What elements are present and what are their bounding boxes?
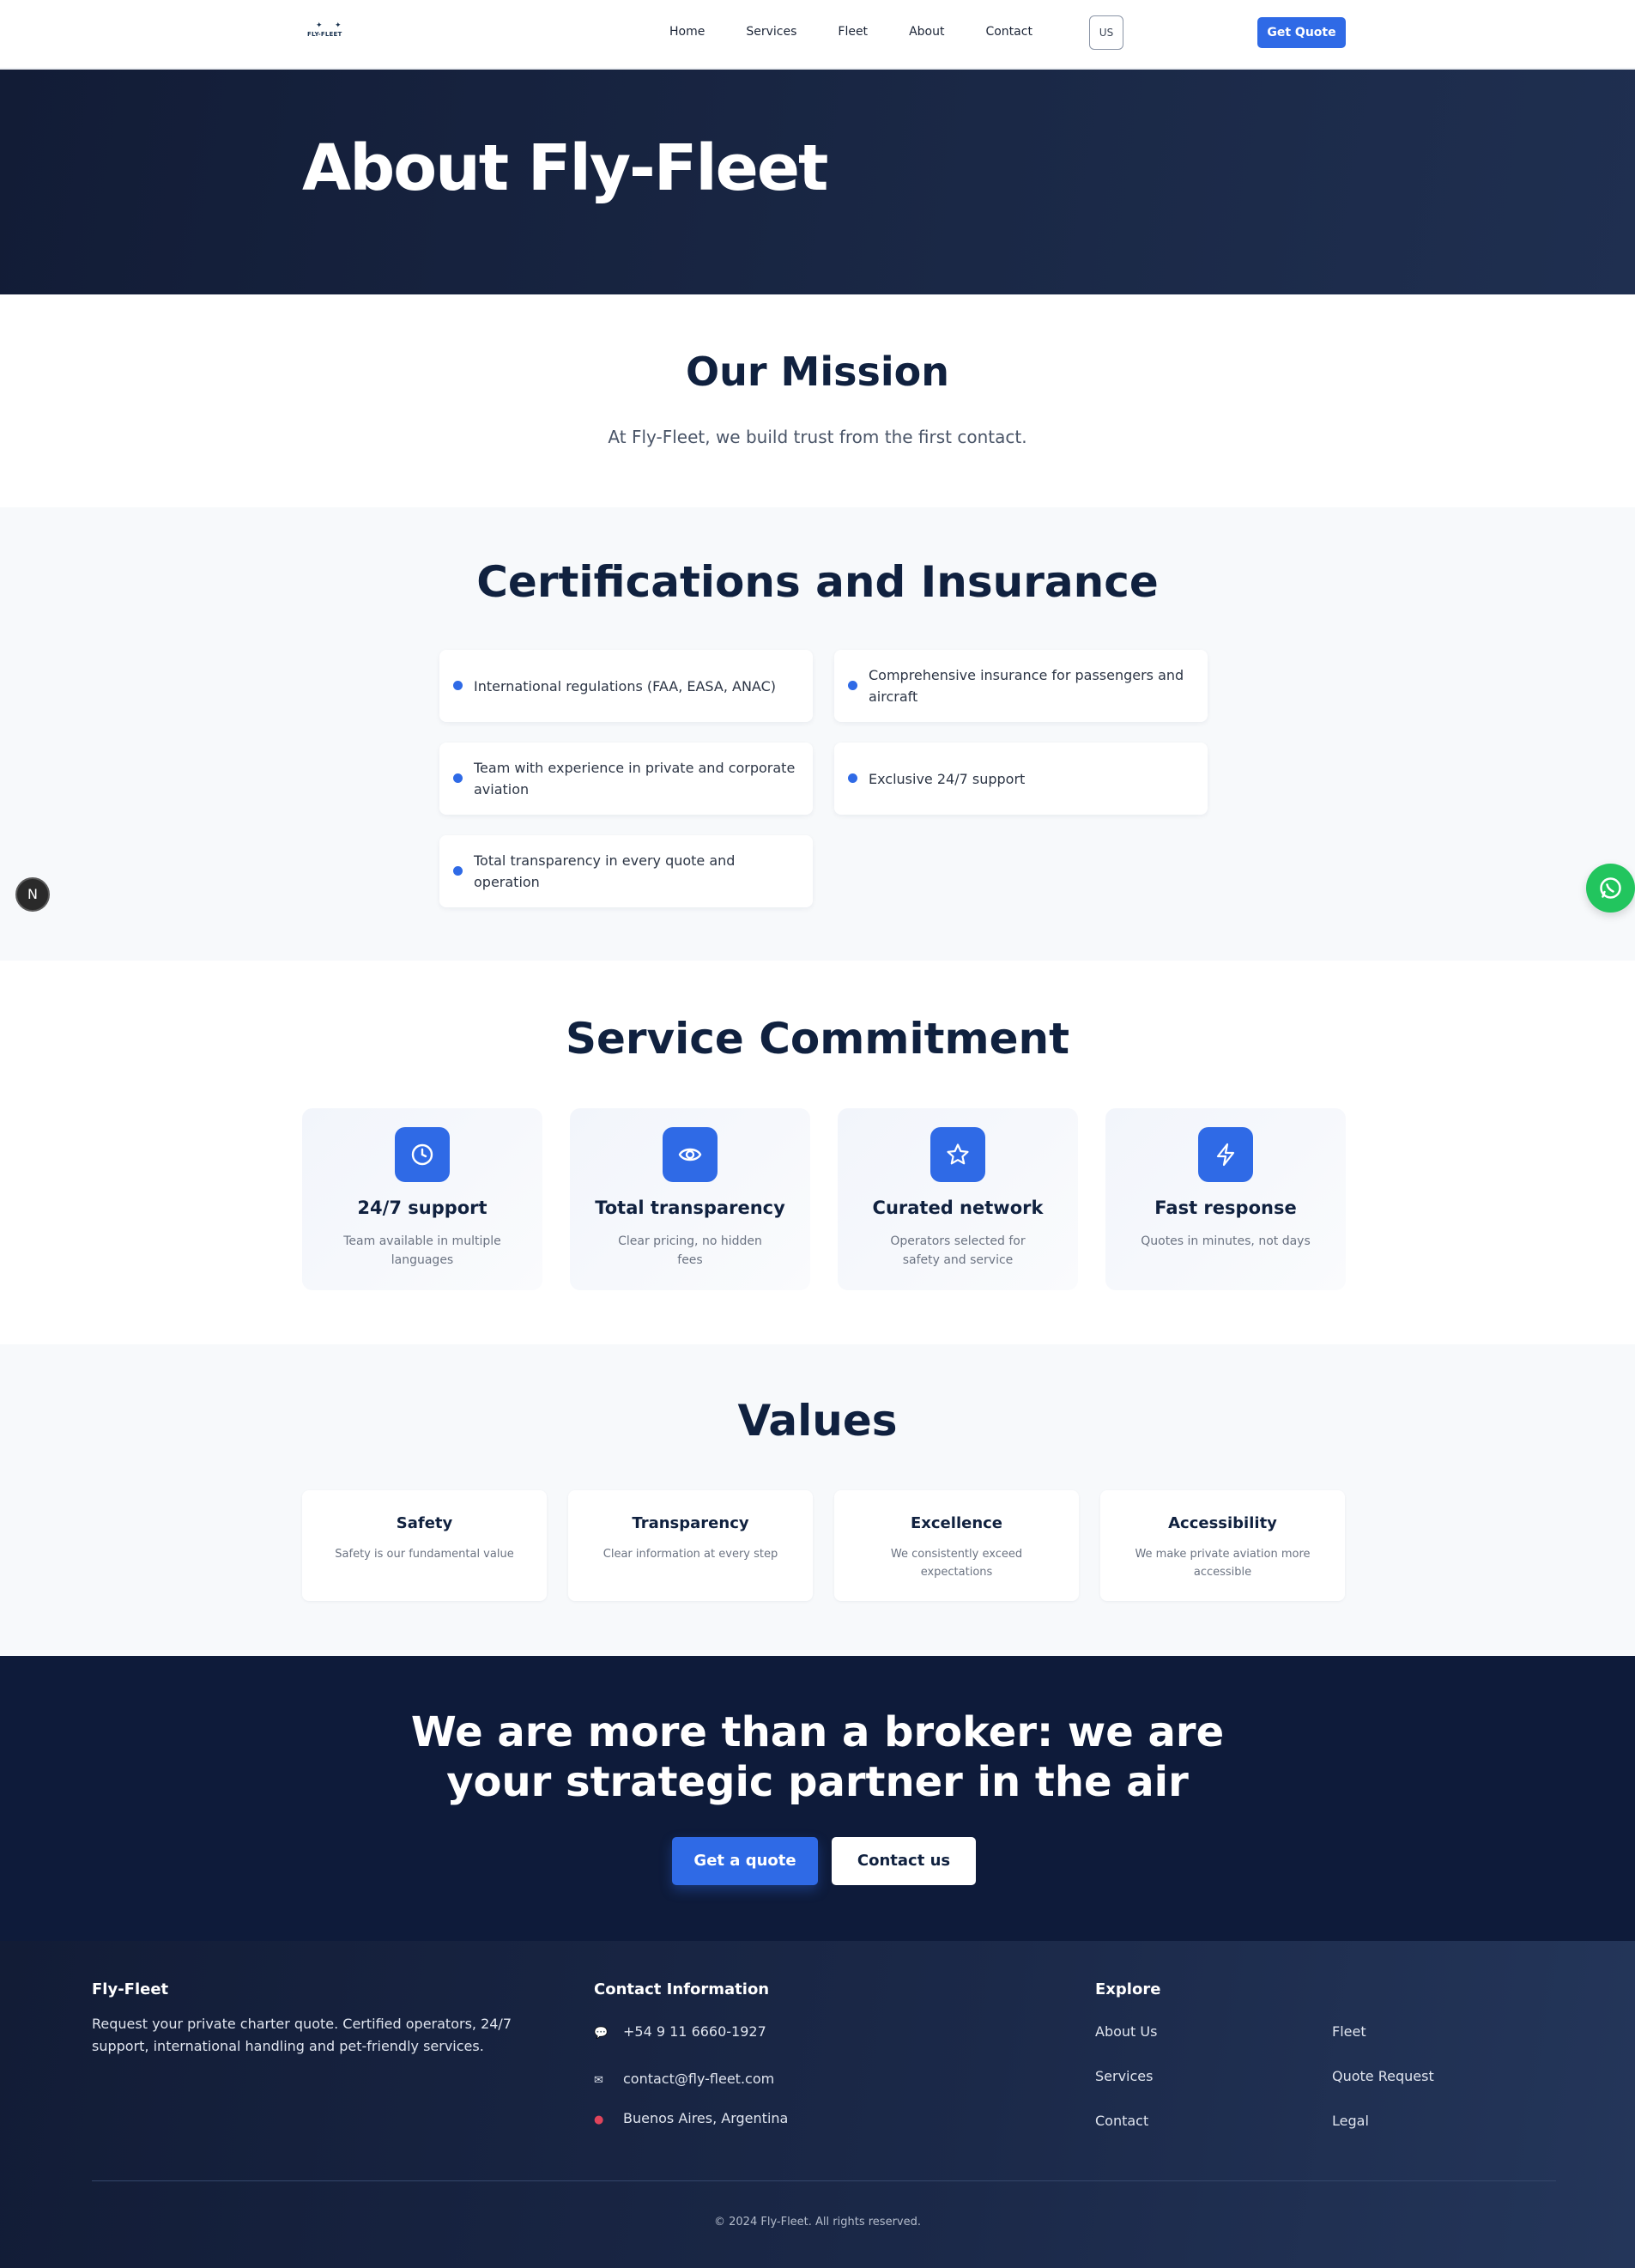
value-card-text: Safety is our fundamental value [335,1548,514,1561]
value-card: Transparency Clear information at every … [568,1490,813,1601]
value-card-text: We consistently exceed expectations [890,1548,1023,1579]
hero-banner: About Fly-Fleet [0,70,1635,294]
logo-wing-icon: ✦ [316,21,323,30]
footer-link-fleet[interactable]: Fleet [1332,2023,1366,2040]
cert-item: International regulations (FAA, EASA, AN… [439,650,813,722]
footer-location: ● Buenos Aires, Argentina [594,2110,788,2126]
service-title: Service Commitment [565,1014,1070,1064]
footer-brand: Fly-Fleet [92,1980,169,1998]
cta-heading-line1: We are more than a broker: we are [410,1708,1225,1756]
cert-item-text: Exclusive 24/7 support [869,770,1026,787]
whatsapp-icon [1600,877,1621,899]
bullet-dot-icon [453,773,463,783]
value-card-title: Accessibility [1168,1514,1277,1532]
mission-title: Our Mission [686,349,949,395]
bullet-dot-icon [848,681,857,690]
footer-link-contact[interactable]: Contact [1095,2113,1148,2129]
certifications-section: Certifications and Insurance Internation… [0,507,1635,961]
service-card: Fast response Quotes in minutes, not day… [1105,1108,1346,1290]
service-card-text: Team available in multiple languages [343,1234,501,1267]
cert-item-text: Total transparency in every quote and op… [474,852,736,890]
footer-link-about-us[interactable]: About Us [1095,2023,1157,2040]
clock-icon [395,1127,450,1182]
service-card: Total transparency Clear pricing, no hid… [570,1108,810,1290]
service-card-title: 24/7 support [357,1198,487,1218]
cta-section: We are more than a broker: we are your s… [0,1656,1635,1941]
language-selector[interactable]: US [1089,15,1123,50]
values-title: Values [737,1396,898,1446]
footer: Fly-Fleet Request your private charter q… [0,1941,1635,2268]
get-a-quote-button[interactable]: Get a quote [672,1837,818,1885]
footer-copyright: © 2024 Fly-Fleet. All rights reserved. [714,2216,921,2229]
nav-link-services[interactable]: Services [746,25,796,39]
lightning-icon [1198,1127,1253,1182]
service-card-title: Fast response [1154,1198,1297,1218]
cert-item: Comprehensive insurance for passengers a… [834,650,1208,722]
value-card-text: Clear information at every step [603,1548,778,1561]
service-card-title: Curated network [872,1198,1044,1218]
top-navbar: ✦ ✦ FLY-FLEET Home Services Fleet About … [0,0,1635,69]
footer-link-quote-request[interactable]: Quote Request [1332,2068,1434,2084]
get-quote-button[interactable]: Get Quote [1257,17,1346,48]
cert-item-text: International regulations (FAA, EASA, AN… [474,677,776,694]
footer-link-legal[interactable]: Legal [1332,2113,1369,2129]
eye-icon [663,1127,718,1182]
footer-link-services[interactable]: Services [1095,2068,1153,2084]
bullet-dot-icon [453,681,463,690]
value-card: Safety Safety is our fundamental value [302,1490,547,1601]
footer-phone[interactable]: 💬 +54 9 11 6660-1927 [594,2023,766,2040]
whatsapp-button[interactable] [1586,864,1635,913]
service-card-title: Total transparency [595,1198,785,1218]
nav-link-contact[interactable]: Contact [985,25,1032,39]
cert-item: Exclusive 24/7 support [834,743,1208,815]
cta-heading: We are more than a broker: we are your s… [0,1707,1635,1807]
service-card-text: Operators selected for safety and servic… [890,1234,1026,1267]
bullet-dot-icon [848,773,857,783]
cert-item-text: Team with experience in private and corp… [474,760,796,797]
service-card: 24/7 support Team available in multiple … [302,1108,542,1290]
nav-link-home[interactable]: Home [669,25,705,39]
footer-email[interactable]: ✉ contact@fly-fleet.com [594,2071,774,2087]
footer-phone-text: +54 9 11 6660-1927 [623,2023,766,2040]
service-card-text: Quotes in minutes, not days [1141,1234,1311,1248]
nav-link-about[interactable]: About [909,25,944,39]
logo-text: FLY-FLEET [307,31,342,38]
bullet-dot-icon [453,866,463,876]
value-card-text: We make private aviation more accessible [1135,1548,1311,1579]
footer-contact-title: Contact Information [594,1980,770,1998]
logo-wing-icon: ✦ [335,21,342,30]
cert-item: Total transparency in every quote and op… [439,835,813,907]
value-card-title: Excellence [910,1514,1003,1532]
footer-email-text: contact@fly-fleet.com [623,2071,775,2087]
star-icon [930,1127,985,1182]
n-badge-button[interactable]: N [15,877,50,912]
value-card-title: Transparency [632,1514,749,1532]
footer-divider [92,2180,1556,2181]
footer-location-text: Buenos Aires, Argentina [623,2110,789,2126]
footer-description: Request your private charter quote. Cert… [92,2016,512,2054]
values-section: Values Safety Safety is our fundamental … [0,1344,1635,1656]
footer-explore-title: Explore [1095,1980,1161,1998]
value-card: Accessibility We make private aviation m… [1100,1490,1345,1601]
service-card: Curated network Operators selected for s… [838,1108,1078,1290]
service-commitment-section: Service Commitment 24/7 support Team ava… [0,961,1635,1344]
cert-item-text: Comprehensive insurance for passengers a… [869,667,1184,705]
page-title: About Fly-Fleet [302,131,828,205]
service-card-text: Clear pricing, no hidden fees [618,1234,762,1267]
location-pin-icon: ● [594,2113,604,2126]
value-card-title: Safety [396,1514,453,1532]
logo[interactable]: ✦ ✦ FLY-FLEET [307,22,350,41]
nav-link-fleet[interactable]: Fleet [838,25,868,39]
envelope-icon: ✉ [594,2074,603,2087]
cta-heading-line2: your strategic partner in the air [446,1758,1189,1806]
nav-links: Home Services Fleet About Contact [669,25,1074,39]
mission-section: Our Mission At Fly-Fleet, we build trust… [0,294,1635,507]
chat-bubble-icon: 💬 [594,2027,609,2040]
value-card: Excellence We consistently exceed expect… [834,1490,1079,1601]
cert-item: Team with experience in private and corp… [439,743,813,815]
mission-text: At Fly-Fleet, we build trust from the fi… [608,427,1027,447]
certifications-title: Certifications and Insurance [476,557,1159,607]
contact-us-button[interactable]: Contact us [832,1837,976,1885]
